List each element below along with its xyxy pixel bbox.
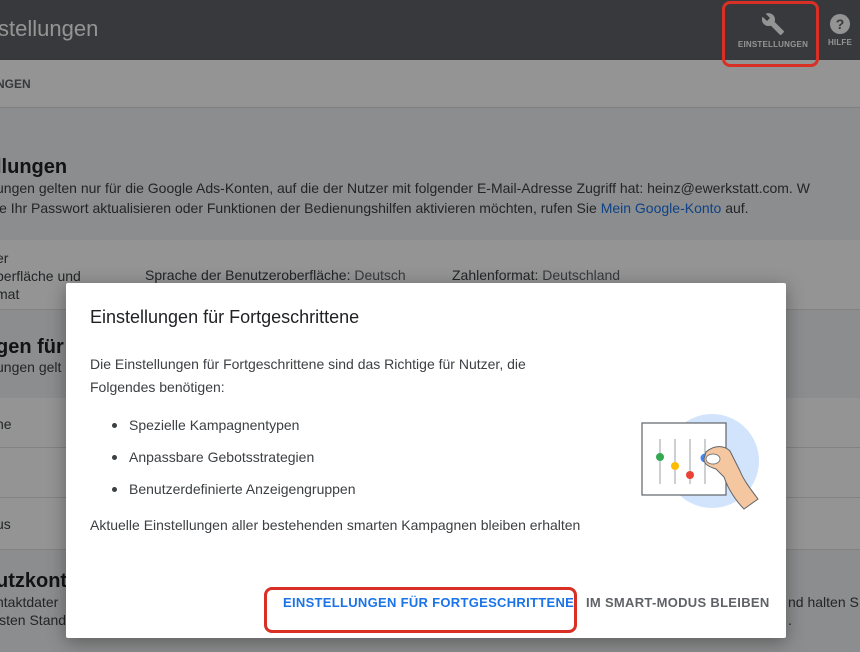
feature-list-item: Spezielle Kampagnentypen — [112, 413, 356, 445]
feature-list: Spezielle Kampagnentypen Anpassbare Gebo… — [112, 413, 356, 509]
bullet-icon — [112, 487, 117, 492]
sliders-illustration-icon — [641, 414, 759, 510]
advanced-settings-dialog: Einstellungen für Fortgeschrittene Die E… — [66, 283, 786, 638]
dialog-note: Aktuelle Einstellungen aller bestehenden… — [90, 517, 581, 533]
bullet-icon — [112, 455, 117, 460]
feature-list-item: Benutzerdefinierte Anzeigengruppen — [112, 477, 356, 509]
dialog-title: Einstellungen für Fortgeschrittene — [90, 307, 360, 327]
stay-smart-mode-button[interactable]: IM SMART-MODUS BLEIBEN — [586, 595, 770, 610]
advanced-settings-button[interactable]: EINSTELLUNGEN FÜR FORTGESCHRITTENE — [283, 595, 574, 610]
dialog-intro: Die Einstellungen für Fortgeschrittene s… — [90, 356, 526, 395]
feature-list-item: Anpassbare Gebotsstrategien — [112, 445, 356, 477]
bullet-icon — [112, 423, 117, 428]
